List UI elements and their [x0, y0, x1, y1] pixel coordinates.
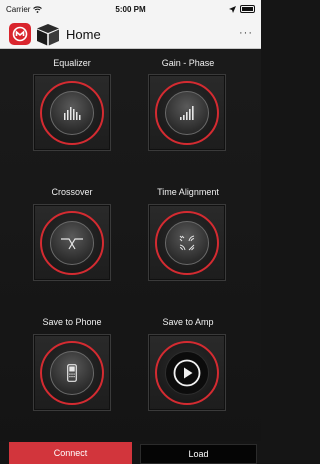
- nav-bar: Home ···: [0, 20, 261, 49]
- battery-icon: [240, 5, 255, 13]
- more-menu-icon[interactable]: ···: [239, 27, 253, 39]
- tile-label-equalizer: Equalizer: [53, 58, 91, 68]
- gain-phase-button[interactable]: [148, 74, 226, 151]
- status-time: 5:00 PM: [115, 5, 146, 14]
- equalizer-knob: [50, 91, 94, 135]
- save-to-amp-knob: [165, 351, 209, 395]
- time-alignment-ring: [155, 211, 219, 275]
- home-screen: Carrier 5:00 PM Home ··· Equalizer Gain …: [0, 0, 261, 464]
- save-to-amp-button[interactable]: [148, 334, 226, 411]
- gain-phase-icon: [180, 106, 194, 120]
- status-bar: Carrier 5:00 PM: [0, 0, 261, 20]
- status-right: [229, 5, 255, 13]
- gain-phase-knob: [165, 91, 209, 135]
- save-to-amp-ring: [155, 341, 219, 405]
- tile-label-time-alignment: Time Alignment: [157, 187, 219, 197]
- equalizer-ring: [40, 81, 104, 145]
- equalizer-icon: [64, 107, 81, 120]
- tile-label-crossover: Crossover: [51, 187, 93, 197]
- location-arrow-icon: [229, 5, 236, 13]
- phone-icon: [67, 364, 77, 382]
- crossover-button[interactable]: [33, 204, 111, 281]
- tile-label-gain-phase: Gain - Phase: [161, 58, 215, 68]
- time-alignment-knob: [165, 221, 209, 265]
- time-alignment-icon: [179, 235, 195, 251]
- play-icon: [173, 359, 201, 387]
- box-icon[interactable]: [36, 23, 60, 46]
- load-button[interactable]: Load: [140, 444, 257, 464]
- bottom-bar: Connect Load: [0, 441, 261, 464]
- equalizer-button[interactable]: [33, 74, 111, 151]
- gain-phase-ring: [155, 81, 219, 145]
- time-alignment-button[interactable]: [148, 204, 226, 281]
- tile-label-save-to-phone: Save to Phone: [42, 317, 102, 327]
- app-logo-icon[interactable]: [9, 23, 31, 45]
- crossover-ring: [40, 211, 104, 275]
- page-title: Home: [66, 27, 101, 42]
- connect-button[interactable]: Connect: [9, 442, 132, 464]
- save-to-phone-knob: [50, 351, 94, 395]
- save-to-phone-button[interactable]: [33, 334, 111, 411]
- crossover-knob: [50, 221, 94, 265]
- tile-label-save-to-amp: Save to Amp: [162, 317, 214, 327]
- crossover-icon: [61, 238, 83, 250]
- save-to-phone-ring: [40, 341, 104, 405]
